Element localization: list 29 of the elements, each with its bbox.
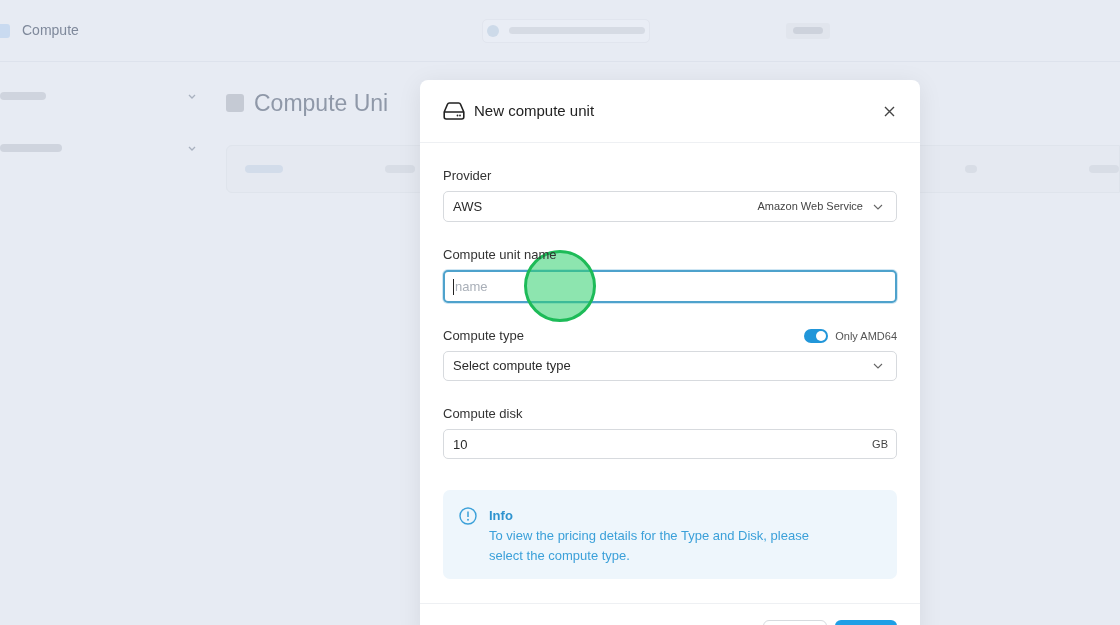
chevron-icon — [188, 93, 196, 99]
field-label: Provider — [443, 167, 492, 186]
shortcut-chip — [785, 22, 830, 39]
select-field[interactable]: Select compute type — [443, 351, 897, 381]
info-icon — [459, 507, 477, 525]
search-field[interactable] — [481, 18, 650, 43]
app-title: Compute — [22, 21, 79, 40]
search-icon — [486, 24, 499, 37]
chevron-down-icon — [873, 203, 883, 210]
dialog-title: New compute unit — [474, 100, 595, 121]
info-title: Info — [489, 507, 514, 525]
name-input[interactable]: name — [443, 270, 897, 303]
chevron-icon — [188, 145, 196, 151]
page-title: Compute Uni — [254, 89, 389, 118]
hard-drive-icon — [443, 102, 465, 120]
toggle-label: Only AMD64 — [835, 328, 897, 344]
page-icon — [226, 94, 244, 113]
text-cursor-icon — [453, 279, 454, 295]
blurred-label — [0, 92, 46, 100]
info-text: To view the pricing details for the Type and Disk, please select the compute type. — [489, 527, 810, 565]
unit-suffix: GB — [872, 437, 888, 452]
field-label: Compute disk — [443, 405, 523, 424]
toggle-switch[interactable] — [804, 329, 829, 343]
select-field[interactable]: AWS Amazon Web Service — [443, 191, 897, 222]
close-icon — [883, 105, 895, 117]
blurred-label — [0, 144, 62, 152]
field-label: Compute type — [443, 327, 524, 346]
chevron-down-icon — [873, 363, 883, 369]
app-logo-icon — [0, 23, 10, 38]
